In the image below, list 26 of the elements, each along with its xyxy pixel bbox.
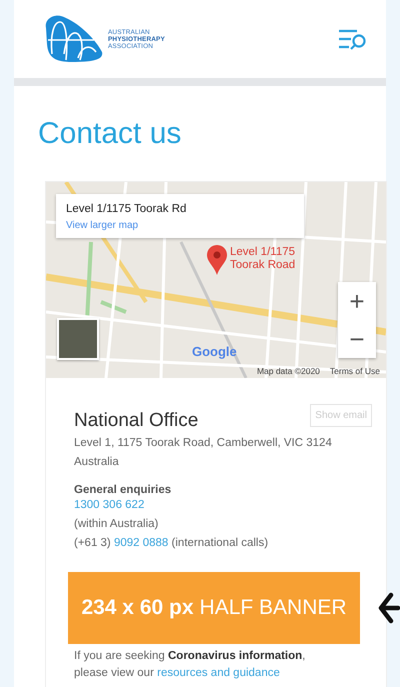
notice-lead: please view our	[74, 667, 154, 679]
office-address: Level 1, 1175 Toorak Road, Camberwell, VIC 3124 Australia	[74, 436, 333, 470]
phone-link[interactable]: 1300 306 622	[74, 499, 144, 511]
intl-phone-link[interactable]: 9092 0888	[114, 537, 168, 549]
map-brand-logo: Google	[192, 344, 237, 359]
notice-text: If you are seeking Coronavirus information,	[74, 649, 306, 664]
map[interactable]: Level 1/1175 Toorak Rd View larger map Level 1/1175 Toorak Road + − Google Map data ©2020 Terms of Use	[46, 182, 386, 378]
phone-note: (within Australia)	[74, 517, 160, 532]
intl-prefix: (+61 3)	[74, 537, 111, 549]
intl-note: (international calls)	[172, 537, 268, 549]
resources-link[interactable]: resources and guidance	[157, 667, 280, 679]
office-name: National Office	[74, 410, 198, 432]
enquiries-heading: General enquiries	[74, 484, 172, 496]
arrow-left-icon	[378, 591, 400, 625]
map-pin-icon	[206, 244, 228, 276]
map-attribution: Map data ©2020	[256, 366, 320, 376]
satellite-thumbnail[interactable]	[57, 318, 99, 360]
map-info-title: Level 1/1175 Toorak Rd	[66, 203, 188, 215]
page-title: Contact us	[37, 116, 182, 146]
terms-link[interactable]: Terms of Use	[330, 366, 380, 376]
ad-banner[interactable]: 234 x 60 px HALF BANNER	[68, 572, 360, 644]
menu-search-icon[interactable]	[338, 28, 368, 50]
map-pin-label: Level 1/1175 Toorak Road	[230, 246, 296, 272]
zoom-in-button[interactable]: +	[338, 282, 376, 320]
zoom-out-button[interactable]: −	[338, 320, 376, 358]
view-larger-map-link[interactable]: View larger map	[66, 220, 138, 231]
